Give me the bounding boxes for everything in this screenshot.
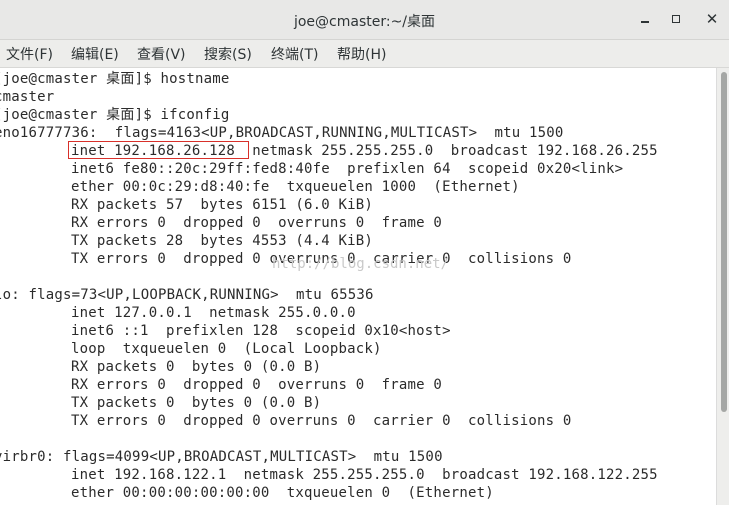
- terminal-line: ether 00:00:00:00:00:00 txqueuelen 0 (Et…: [2, 485, 494, 501]
- maximize-icon: [672, 15, 680, 23]
- menu-search[interactable]: 搜索(S): [204, 44, 252, 64]
- terminal-line: TX packets 0 bytes 0 (0.0 B): [2, 395, 322, 411]
- maximize-button[interactable]: [667, 10, 685, 28]
- terminal-line: lo: flags=73<UP,LOOPBACK,RUNNING> mtu 65…: [0, 287, 374, 303]
- terminal-line: inet6 fe80::20c:29ff:fed8:40fe prefixlen…: [2, 161, 624, 177]
- window-title: joe@cmaster:~/桌面: [293, 14, 436, 30]
- close-icon: ✕: [705, 10, 719, 28]
- watermark: http://blog.csdn.net/: [272, 256, 450, 272]
- terminal-output[interactable]: [joe@cmaster 桌面]$ hostname cmaster [joe@…: [0, 68, 716, 505]
- menu-terminal[interactable]: 终端(T): [271, 44, 318, 64]
- title-bar: joe@cmaster:~/桌面 ✕: [0, 0, 729, 40]
- terminal-line: RX errors 0 dropped 0 overruns 0 frame 0: [2, 377, 443, 393]
- scrollbar-thumb[interactable]: [721, 72, 727, 412]
- terminal-line: [joe@cmaster 桌面]$ hostname: [0, 71, 230, 87]
- terminal-line: RX packets 57 bytes 6151 (6.0 KiB): [2, 197, 374, 213]
- terminal-line: RX packets 0 bytes 0 (0.0 B): [2, 359, 322, 375]
- menu-view[interactable]: 查看(V): [137, 44, 186, 64]
- terminal-line: RX errors 0 dropped 0 overruns 0 frame 0: [2, 215, 443, 231]
- terminal-line: inet 127.0.0.1 netmask 255.0.0.0: [2, 305, 356, 321]
- terminal-line: loop txqueuelen 0 (Local Loopback): [2, 341, 382, 357]
- terminal-line: ether 00:0c:29:d8:40:fe txqueuelen 1000 …: [2, 179, 520, 195]
- menu-file[interactable]: 文件(F): [6, 44, 53, 64]
- terminal-line: virbr0: flags=4099<UP,BROADCAST,MULTICAS…: [0, 449, 443, 465]
- menu-edit[interactable]: 编辑(E): [71, 44, 119, 64]
- terminal-line: TX errors 0 dropped 0 overruns 0 carrier…: [2, 413, 572, 429]
- ip-highlight-box: [68, 141, 249, 159]
- scrollbar[interactable]: [716, 68, 729, 505]
- terminal-line: TX packets 28 bytes 4553 (4.4 KiB): [2, 233, 374, 249]
- terminal-line: inet 192.168.122.1 netmask 255.255.255.0…: [2, 467, 658, 483]
- terminal-line: [joe@cmaster 桌面]$ ifconfig: [0, 107, 230, 123]
- minimize-button[interactable]: [636, 10, 654, 28]
- minimize-icon: [641, 21, 649, 23]
- terminal-line: inet6 ::1 prefixlen 128 scopeid 0x10<hos…: [2, 323, 451, 339]
- close-button[interactable]: ✕: [703, 10, 721, 28]
- terminal-line: eno16777736: flags=4163<UP,BROADCAST,RUN…: [0, 125, 564, 141]
- menu-help[interactable]: 帮助(H): [337, 44, 386, 64]
- menu-bar: 文件(F) 编辑(E) 查看(V) 搜索(S) 终端(T) 帮助(H): [0, 40, 729, 68]
- terminal-line: cmaster: [0, 89, 55, 105]
